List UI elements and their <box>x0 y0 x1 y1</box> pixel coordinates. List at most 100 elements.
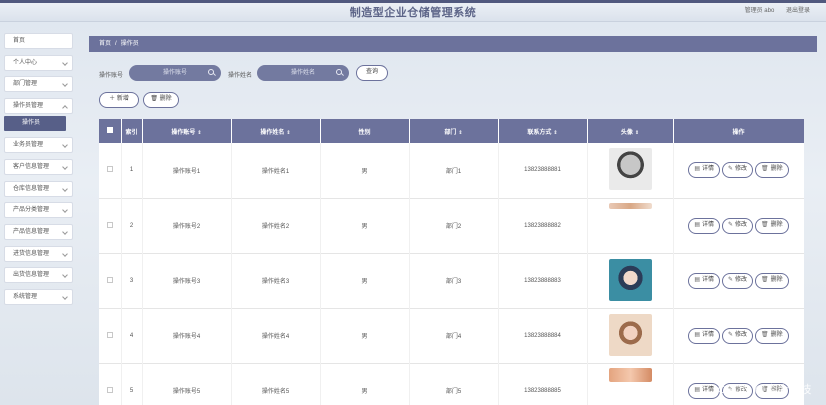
add-button-label: 新增 <box>116 96 129 102</box>
edit-label: 修改 <box>735 331 748 338</box>
sidebar-item-customer[interactable]: 客户信息管理 <box>4 159 73 175</box>
row-select-cell[interactable] <box>99 143 122 198</box>
operator-table: 索引 操作账号 ⇕ 操作姓名 ⇕ 性别 部门 ⇕ 联系方式 ⇕ 头像 ⇕ 操作 1 操作账… <box>99 119 804 405</box>
row-phone: 13823888884 <box>498 308 588 363</box>
delete-button[interactable]: 🗑 删除 <box>755 162 789 179</box>
column-header-actions: 操作 <box>673 119 804 143</box>
sidebar-item-system[interactable]: 系统管理 <box>4 289 73 305</box>
detail-label: 详情 <box>701 331 714 338</box>
row-avatar-cell <box>587 198 674 253</box>
sidebar-item-shipment[interactable]: 出货信息管理 <box>4 267 73 283</box>
column-header-name[interactable]: 操作姓名 ⇕ <box>231 119 321 143</box>
trash-icon: 🗑 <box>761 221 769 228</box>
chevron-down-icon <box>62 186 68 192</box>
breadcrumb-home[interactable]: 首页 <box>99 41 111 47</box>
sidebar-item-department[interactable]: 部门管理 <box>4 76 73 92</box>
detail-button[interactable]: ▤ 详情 <box>688 382 720 399</box>
avatar <box>608 313 652 356</box>
row-actions: ▤ 详情 ✎ 修改 🗑 删除 <box>673 198 804 253</box>
name-search-placeholder: 操作姓名 <box>290 70 315 76</box>
edit-button[interactable]: ✎ 修改 <box>722 327 754 344</box>
edit-button[interactable]: ✎ 修改 <box>722 162 754 179</box>
row-checkbox[interactable] <box>106 386 113 393</box>
row-account: 操作账号4 <box>142 308 232 363</box>
delete-label: 删除 <box>770 276 783 283</box>
column-header-account[interactable]: 操作账号 ⇕ <box>142 119 232 143</box>
row-select-cell[interactable] <box>99 253 122 308</box>
sidebar-item-label: 产品信息管理 <box>13 229 50 235</box>
delete-button[interactable]: 🗑 删除 <box>755 272 789 289</box>
column-header-avatar[interactable]: 头像 ⇕ <box>587 119 674 143</box>
edit-label: 修改 <box>735 276 748 283</box>
sidebar-item-salesman[interactable]: 业务员管理 <box>4 137 73 153</box>
column-header-phone[interactable]: 联系方式 ⇕ <box>498 119 588 143</box>
avatar <box>608 258 652 301</box>
sidebar-item-product-category[interactable]: 产品分类管理 <box>4 202 73 218</box>
sidebar-item-warehouse[interactable]: 仓库信息管理 <box>4 181 73 197</box>
breadcrumb-separator: / <box>115 41 117 47</box>
sort-icon[interactable]: ⇕ <box>635 130 639 136</box>
column-header-label: 部门 <box>444 129 457 136</box>
detail-button[interactable]: ▤ 详情 <box>688 272 720 289</box>
sidebar-subitem-operator[interactable]: 操作员 <box>4 116 66 131</box>
search-icon <box>336 69 342 75</box>
row-checkbox[interactable] <box>106 221 113 228</box>
row-select-cell[interactable] <box>99 198 122 253</box>
column-header-label: 性别 <box>358 129 371 136</box>
row-checkbox[interactable] <box>106 331 113 338</box>
column-header-label: 操作账号 <box>171 129 196 136</box>
row-department: 部门5 <box>409 363 499 405</box>
sort-icon[interactable]: ⇕ <box>553 130 557 136</box>
pencil-icon: ✎ <box>728 276 734 283</box>
row-name: 操作姓名1 <box>231 143 321 198</box>
sidebar-item-product-info[interactable]: 产品信息管理 <box>4 224 73 240</box>
add-button[interactable]: ＋ 新增 <box>99 92 139 108</box>
row-name: 操作姓名3 <box>231 253 321 308</box>
column-header-label: 操作姓名 <box>260 129 285 136</box>
row-checkbox[interactable] <box>106 276 113 283</box>
plus-icon: ＋ <box>109 96 117 102</box>
chevron-down-icon <box>62 251 68 257</box>
detail-button[interactable]: ▤ 详情 <box>688 162 720 179</box>
row-select-cell[interactable] <box>99 308 122 363</box>
document-icon: ▤ <box>694 276 700 283</box>
sort-icon[interactable]: ⇕ <box>458 130 462 136</box>
detail-button[interactable]: ▤ 详情 <box>688 217 720 234</box>
detail-button[interactable]: ▤ 详情 <box>688 327 720 344</box>
edit-button[interactable]: ✎ 修改 <box>722 217 754 234</box>
batch-delete-button[interactable]: 🗑 删除 <box>143 92 179 108</box>
sidebar-item-personal-center[interactable]: 个人中心 <box>4 55 73 71</box>
system-title: 制造型企业仓储管理系统 <box>349 7 477 19</box>
select-all-checkbox[interactable] <box>106 127 113 133</box>
row-department: 部门3 <box>409 253 499 308</box>
row-select-cell[interactable] <box>99 363 122 405</box>
delete-label: 删除 <box>770 331 783 338</box>
sidebar-item-label: 系统管理 <box>13 294 38 300</box>
query-button[interactable]: 查询 <box>356 65 388 81</box>
top-bar: 制造型企业仓储管理系统 管理员 abo 退出登录 <box>0 0 826 22</box>
sort-icon[interactable]: ⇕ <box>286 130 290 136</box>
sort-icon[interactable]: ⇕ <box>197 130 201 136</box>
chevron-down-icon <box>62 229 68 235</box>
breadcrumb: 首页 / 操作员 <box>89 36 817 52</box>
account-search-placeholder: 操作账号 <box>162 70 187 76</box>
column-header-label: 联系方式 <box>527 129 552 136</box>
edit-button[interactable]: ✎ 修改 <box>722 272 754 289</box>
row-gender: 男 <box>320 143 410 198</box>
sidebar-item-operator[interactable]: 操作员管理 <box>4 98 73 114</box>
name-search-input[interactable]: 操作姓名 <box>257 65 349 81</box>
row-checkbox[interactable] <box>106 166 113 173</box>
breadcrumb-current: 操作员 <box>120 41 139 47</box>
account-search-input[interactable]: 操作账号 <box>129 65 221 81</box>
logout-link[interactable]: 退出登录 <box>786 8 810 14</box>
column-header-department[interactable]: 部门 ⇕ <box>409 119 499 143</box>
sidebar-item-label: 个人中心 <box>13 60 38 66</box>
select-all-cell[interactable] <box>99 119 122 143</box>
edit-label: 修改 <box>735 221 748 228</box>
delete-button[interactable]: 🗑 删除 <box>755 217 789 234</box>
sidebar-item-label: 客户信息管理 <box>13 164 50 170</box>
sidebar-item-home[interactable]: 首页 <box>4 33 73 49</box>
delete-button[interactable]: 🗑 删除 <box>755 327 789 344</box>
document-icon: ▤ <box>694 386 700 393</box>
sidebar-item-purchase[interactable]: 进货信息管理 <box>4 246 73 262</box>
